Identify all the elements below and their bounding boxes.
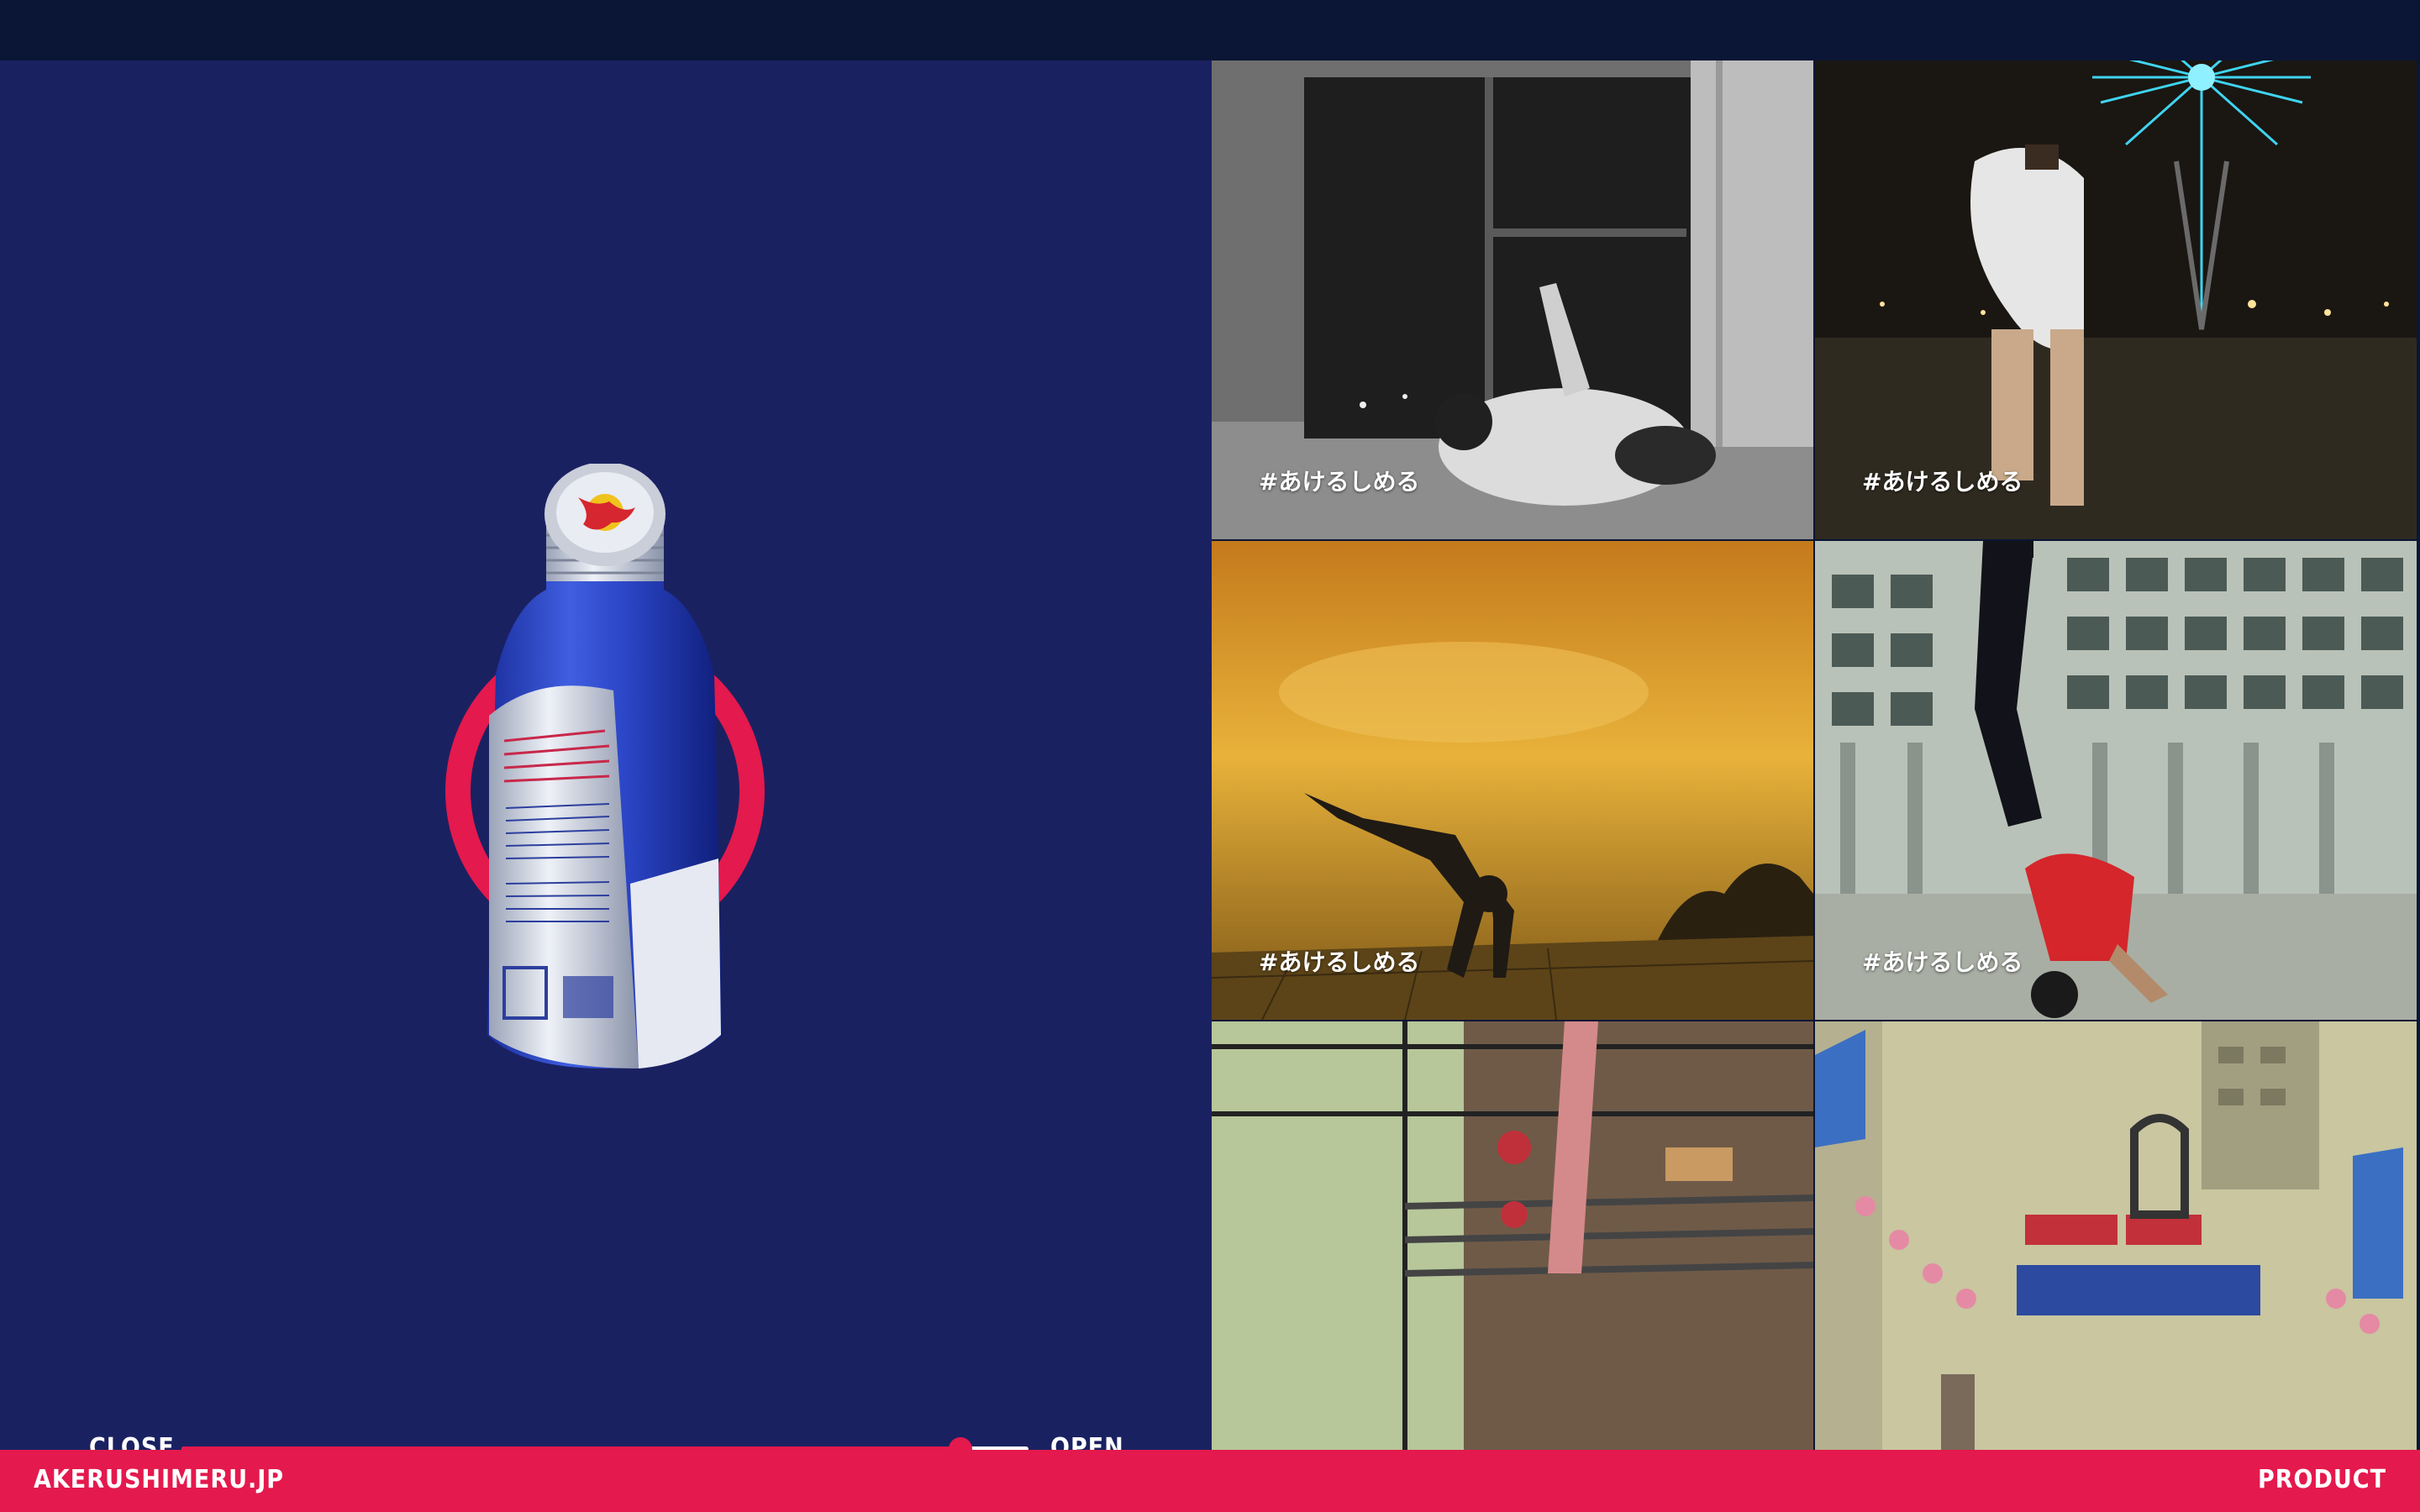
video-grid: #あけるしめる #あけるしめる #あけるしめる #あけるしめる — [1212, 60, 2420, 1450]
footer-bar: AKERUSHIMERU.JP PRODUCT — [0, 1450, 2420, 1512]
tile-hashtag: #あけるしめる — [1259, 948, 1420, 976]
tile-hashtag: #あけるしめる — [1259, 468, 1420, 496]
video-tile-6[interactable] — [1815, 1021, 2417, 1450]
video-tile-4[interactable]: #あけるしめる — [1815, 541, 2417, 1020]
tile-image-6 — [1815, 1021, 2417, 1450]
tile-hashtag: #あけるしめる — [1862, 468, 2023, 496]
bottle-visual — [437, 464, 773, 1085]
video-tile-2[interactable]: #あけるしめる — [1815, 60, 2417, 539]
video-tile-1[interactable]: #あけるしめる — [1212, 60, 1813, 539]
site-domain-link[interactable]: AKERUSHIMERU.JP — [34, 1465, 284, 1494]
tile-hashtag: #あけるしめる — [1862, 948, 2023, 976]
product-nav-link[interactable]: PRODUCT — [2258, 1465, 2386, 1494]
bottle-image — [487, 464, 723, 1068]
tile-image-5 — [1212, 1021, 1813, 1450]
product-panel: CLOSE OPEN — [0, 60, 1212, 1462]
video-tile-5[interactable] — [1212, 1021, 1813, 1450]
video-tile-3[interactable]: #あけるしめる — [1212, 541, 1813, 1020]
top-bar — [0, 0, 2420, 60]
